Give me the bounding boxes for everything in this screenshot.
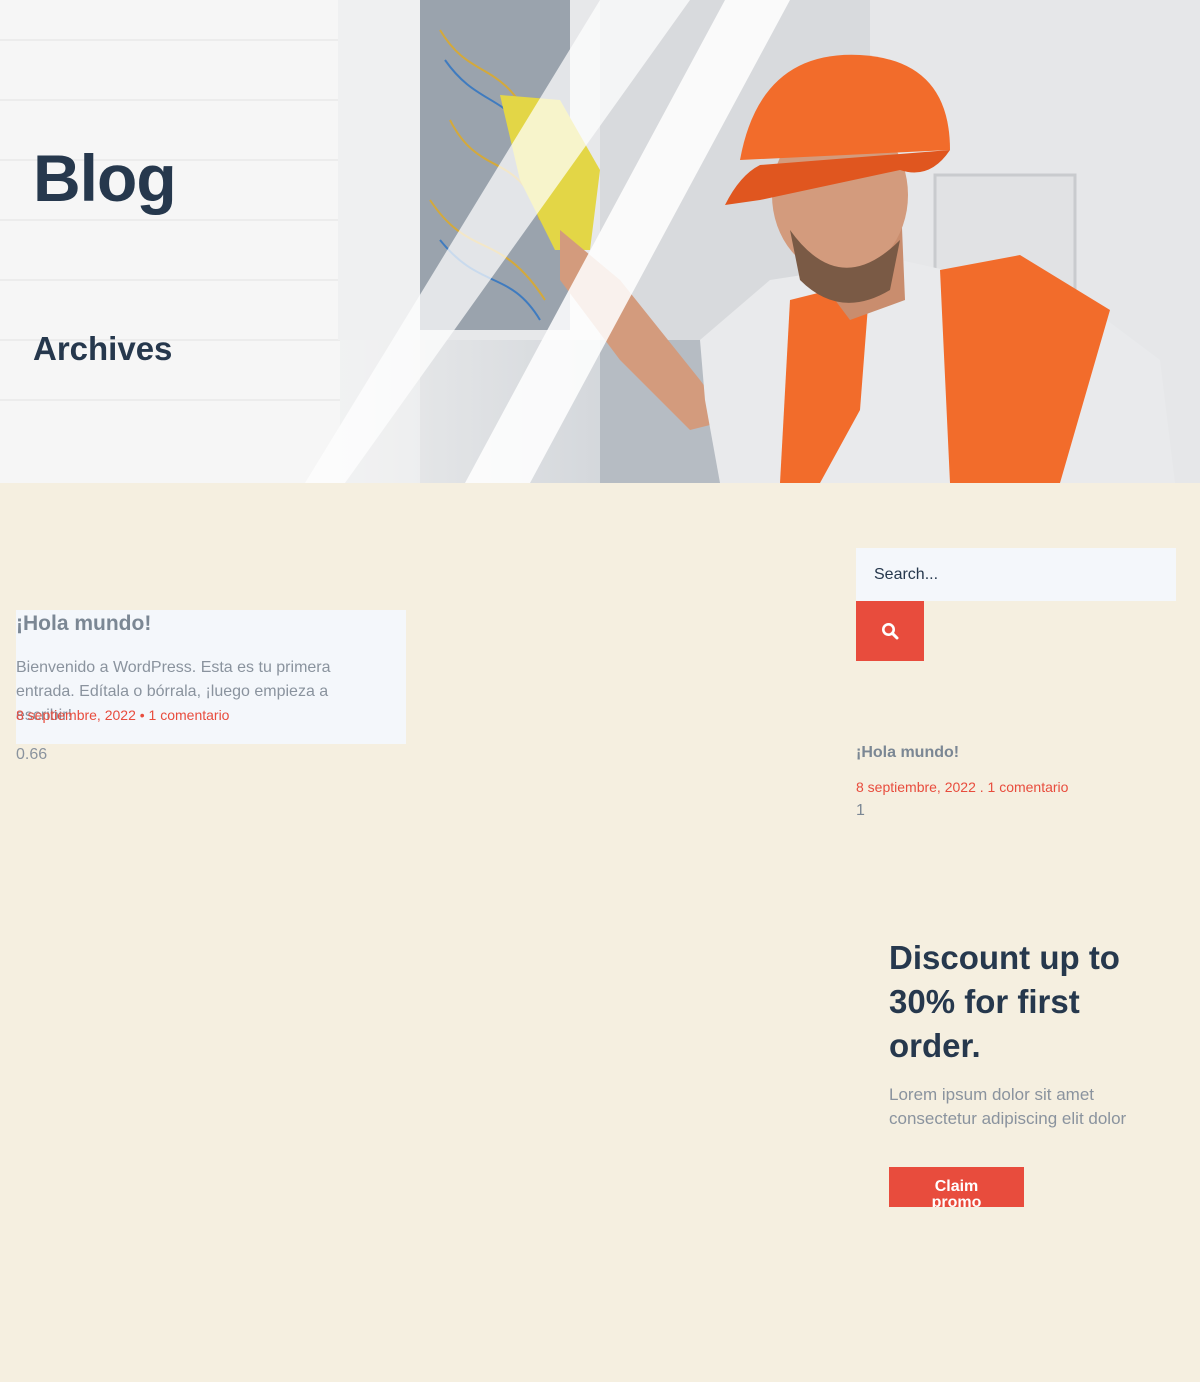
claim-promo-button[interactable]: Claim promo — [889, 1167, 1024, 1207]
post-title-link[interactable]: ¡Hola mundo! — [16, 612, 151, 636]
hero-banner: Blog Archives — [0, 0, 1200, 483]
promo-heading: Discount up to 30% for first order. — [889, 939, 1120, 1064]
search-icon — [882, 623, 899, 640]
search-input[interactable] — [856, 548, 1176, 601]
recent-post-title-link[interactable]: ¡Hola mundo! — [856, 744, 959, 762]
page-title: Blog — [33, 141, 177, 215]
post-card: ¡Hola mundo! Bienvenido a WordPress. Est… — [16, 610, 406, 744]
post-score: 0.66 — [16, 746, 48, 763]
page-subtitle: Archives — [33, 330, 173, 367]
hero-photo — [0, 0, 1200, 483]
promo-text: Lorem ipsum dolor sit amet consectetur a… — [889, 1085, 1127, 1128]
recent-post-meta-link[interactable]: 8 septiembre, 2022 . 1 comentario — [856, 779, 1068, 795]
search-button[interactable] — [856, 601, 924, 661]
post-meta-link[interactable]: 8 septiembre, 2022 • 1 comentario — [16, 707, 229, 723]
recent-post-count: 1 — [856, 802, 865, 819]
